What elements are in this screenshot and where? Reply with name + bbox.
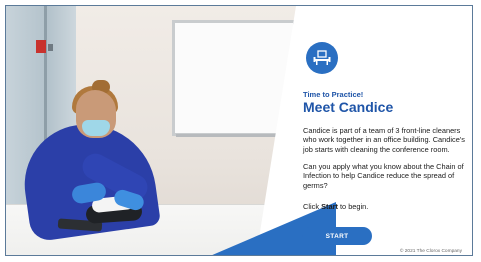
instruction-suffix: to begin. (337, 202, 369, 211)
meeting-room-icon-graphic (313, 50, 331, 65)
meeting-room-icon (306, 42, 338, 74)
slide-frame: Time to Practice! Meet Candice Candice i… (5, 5, 473, 256)
section-kicker: Time to Practice! (303, 90, 364, 99)
whiteboard (172, 20, 296, 136)
start-button[interactable]: START (302, 227, 372, 245)
instruction-paragraph: Click Start to begin. (303, 202, 468, 211)
whiteboard-tray (176, 134, 292, 137)
wall-plate (48, 44, 53, 51)
page-title: Meet Candice (303, 99, 394, 115)
instruction-emphasis: Start (321, 202, 338, 211)
intro-paragraph: Candice is part of a team of 3 front-lin… (303, 126, 465, 154)
exit-sign (36, 40, 46, 53)
face-mask (82, 120, 110, 136)
copyright-notice: © 2021 The Clorox Company (399, 249, 462, 254)
instruction-prefix: Click (303, 202, 322, 211)
question-paragraph: Can you apply what you know about the Ch… (303, 162, 464, 190)
cleaner-photo (6, 6, 306, 255)
